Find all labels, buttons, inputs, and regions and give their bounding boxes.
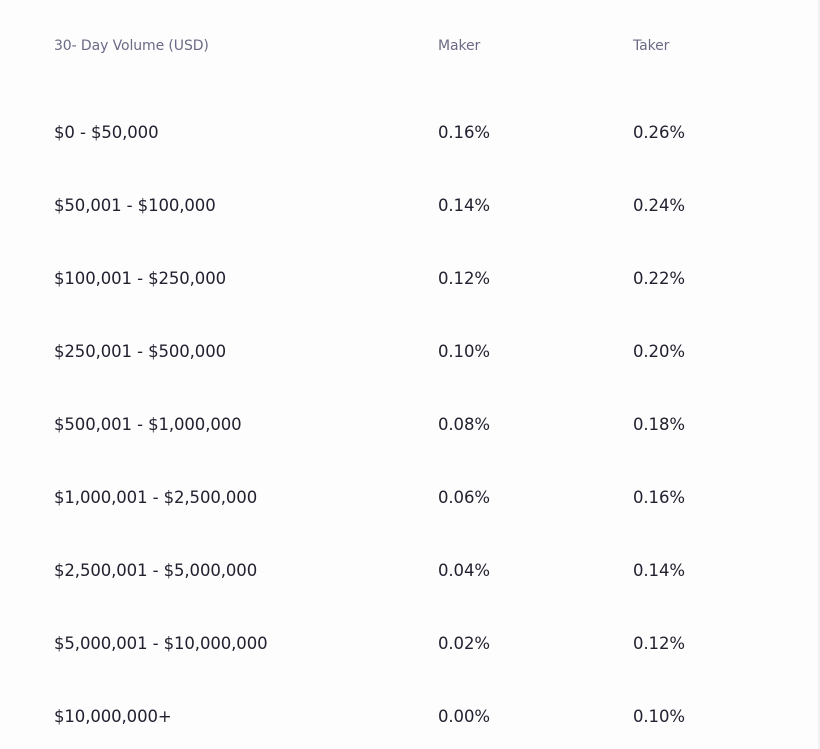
taker-cell: 0.26%: [633, 123, 685, 142]
maker-cell: 0.14%: [438, 196, 490, 215]
taker-cell: 0.20%: [633, 342, 685, 361]
taker-cell: 0.22%: [633, 269, 685, 288]
taker-cell: 0.24%: [633, 196, 685, 215]
volume-cell: $1,000,001 - $2,500,000: [54, 488, 258, 507]
volume-cell: $10,000,000+: [54, 707, 172, 726]
volume-cell: $0 - $50,000: [54, 123, 159, 142]
table-header-row: 30- Day Volume (USD) Maker Taker: [54, 38, 794, 58]
header-taker: Taker: [633, 38, 670, 54]
maker-cell: 0.16%: [438, 123, 490, 142]
table-row: $1,000,001 - $2,500,000 0.06% 0.16%: [54, 488, 794, 510]
taker-cell: 0.10%: [633, 707, 685, 726]
table-row: $0 - $50,000 0.16% 0.26%: [54, 123, 794, 145]
fee-schedule-panel: 30- Day Volume (USD) Maker Taker $0 - $5…: [0, 0, 820, 749]
taker-cell: 0.16%: [633, 488, 685, 507]
volume-cell: $250,001 - $500,000: [54, 342, 227, 361]
header-maker: Maker: [438, 38, 481, 54]
taker-cell: 0.14%: [633, 561, 685, 580]
volume-cell: $100,001 - $250,000: [54, 269, 227, 288]
taker-cell: 0.12%: [633, 634, 685, 653]
maker-cell: 0.00%: [438, 707, 490, 726]
volume-cell: $500,001 - $1,000,000: [54, 415, 242, 434]
maker-cell: 0.10%: [438, 342, 490, 361]
table-row: $100,001 - $250,000 0.12% 0.22%: [54, 269, 794, 291]
volume-cell: $2,500,001 - $5,000,000: [54, 561, 258, 580]
maker-cell: 0.12%: [438, 269, 490, 288]
maker-cell: 0.08%: [438, 415, 490, 434]
taker-cell: 0.18%: [633, 415, 685, 434]
table-row: $2,500,001 - $5,000,000 0.04% 0.14%: [54, 561, 794, 583]
maker-cell: 0.04%: [438, 561, 490, 580]
maker-cell: 0.06%: [438, 488, 490, 507]
volume-cell: $5,000,001 - $10,000,000: [54, 634, 268, 653]
table-row: $5,000,001 - $10,000,000 0.02% 0.12%: [54, 634, 794, 656]
table-row: $10,000,000+ 0.00% 0.10%: [54, 707, 794, 729]
table-row: $50,001 - $100,000 0.14% 0.24%: [54, 196, 794, 218]
table-row: $250,001 - $500,000 0.10% 0.20%: [54, 342, 794, 364]
volume-cell: $50,001 - $100,000: [54, 196, 216, 215]
table-row: $500,001 - $1,000,000 0.08% 0.18%: [54, 415, 794, 437]
maker-cell: 0.02%: [438, 634, 490, 653]
header-volume: 30- Day Volume (USD): [54, 38, 209, 54]
